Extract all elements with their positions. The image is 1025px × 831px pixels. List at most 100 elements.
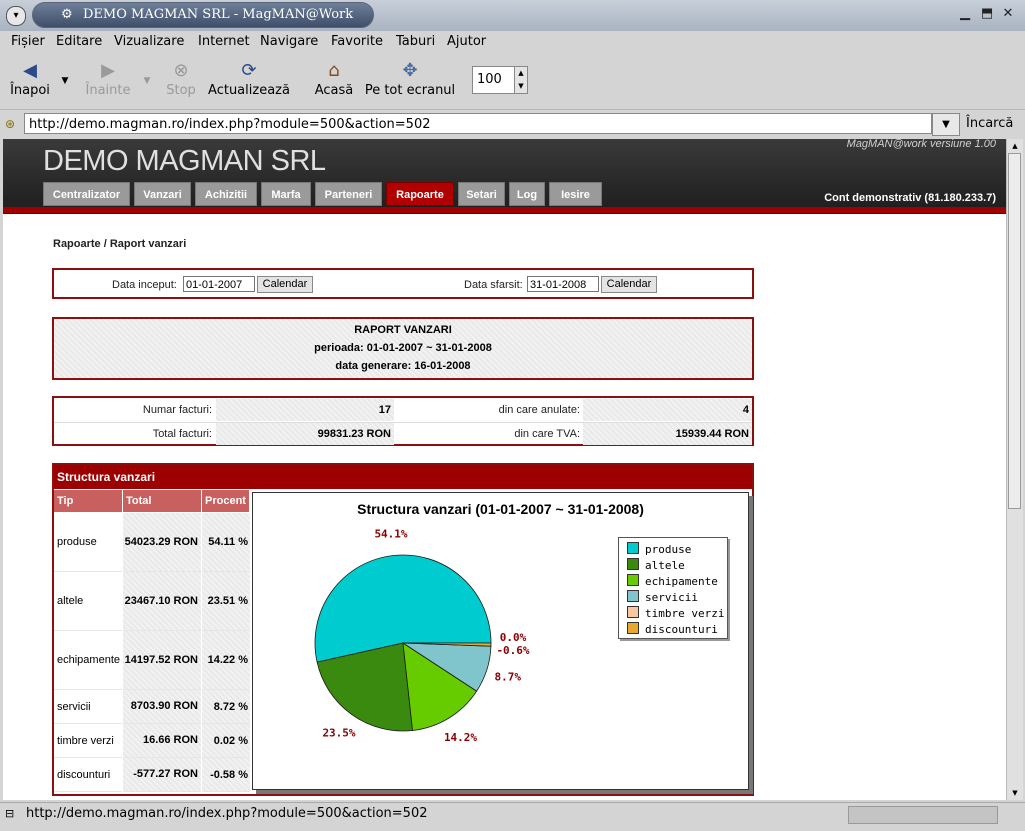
row-total: 54023.29 RON	[123, 513, 201, 572]
report-generated-date: data generare: 16-01-2008	[335, 360, 471, 372]
chevron-down-icon: ▼	[143, 76, 151, 86]
stop-button[interactable]: ⊗ Stop	[164, 59, 198, 98]
end-calendar-button[interactable]: Calendar	[601, 276, 657, 293]
legend-swatch	[627, 622, 639, 634]
report-title: RAPORT VANZARI	[354, 324, 452, 336]
column-header-tip: Tip	[54, 490, 123, 512]
column-header-total: Total	[123, 490, 202, 512]
window-menu-button[interactable]: ▾	[6, 6, 26, 26]
row-tip: altele	[54, 572, 122, 631]
vertical-scrollbar[interactable]: ▲ ▼	[1006, 139, 1023, 800]
menu-favorite[interactable]: Favorite	[331, 34, 383, 49]
security-icon: ⊟	[5, 807, 15, 820]
menu-fisier[interactable]: Fișier	[11, 34, 45, 49]
url-history-dropdown[interactable]: ▼	[932, 113, 960, 136]
menu-navigare[interactable]: Navigare	[260, 34, 318, 49]
address-bar: ⊛ http://demo.magman.ro/index.php?module…	[0, 110, 1025, 139]
legend-label: discounturi	[645, 623, 718, 636]
summary-panel: Numar facturi: 17 din care anulate: 4 To…	[52, 396, 754, 446]
zoom-value: 100	[477, 72, 502, 87]
url-input[interactable]: http://demo.magman.ro/index.php?module=5…	[24, 113, 932, 134]
app-version: MagMAN@work versiune 1.00	[846, 139, 996, 150]
status-text: http://demo.magman.ro/index.php?module=5…	[26, 806, 428, 821]
end-date-input[interactable]: 31-01-2008	[527, 276, 599, 292]
row-tip: discounturi	[54, 758, 122, 792]
legend-item-servicii: servicii	[627, 590, 698, 604]
forward-button[interactable]: ▶ Înainte	[84, 59, 132, 98]
reload-button[interactable]: ⟳ Actualizează	[206, 59, 292, 98]
forward-label: Înainte	[85, 83, 131, 98]
row-tip: servicii	[54, 690, 122, 724]
tab-rapoarte[interactable]: Rapoarte	[386, 182, 454, 206]
row-percent: 0.02 %	[202, 724, 250, 758]
tab-parteneri[interactable]: Parteneri	[315, 182, 382, 206]
scrollbar-thumb[interactable]	[1008, 153, 1021, 509]
row-percent: 14.22 %	[202, 631, 250, 690]
legend-label: timbre verzi	[645, 607, 725, 620]
end-date-label: Data sfarsit:	[464, 279, 523, 291]
minimize-button[interactable]: ▁	[957, 6, 973, 22]
legend-label: produse	[645, 543, 692, 556]
site-title: DEMO MAGMAN SRL	[43, 145, 326, 177]
row-tip: produse	[54, 513, 122, 572]
pie-chart: Structura vanzari (01-01-2007 ~ 31-01-20…	[252, 492, 749, 790]
fullscreen-button[interactable]: ✥ Pe tot ecranul	[364, 59, 456, 98]
report-header-panel: RAPORT VANZARI perioada: 01-01-2007 ~ 31…	[52, 317, 754, 380]
forward-arrow-icon: ▶	[101, 60, 115, 81]
home-button[interactable]: ⌂ Acasă	[312, 59, 356, 98]
tab-vanzari[interactable]: Vanzari	[134, 182, 191, 206]
tab-achizitii[interactable]: Achizitii	[195, 182, 257, 206]
zoom-spinbox[interactable]: 100 ▲ ▼	[472, 66, 528, 94]
scroll-down-icon[interactable]: ▼	[1007, 786, 1023, 800]
back-button[interactable]: ◀ Înapoi	[8, 59, 52, 98]
tab-iesire[interactable]: Iesire	[549, 182, 602, 206]
tab-centralizator[interactable]: Centralizator	[43, 182, 130, 206]
menu-taburi[interactable]: Taburi	[396, 34, 435, 49]
sales-structure-panel: Structura vanzari Tip Total Procent prod…	[52, 463, 754, 796]
start-date-input[interactable]: 01-01-2007	[183, 276, 255, 292]
row-percent: -0.58 %	[202, 758, 250, 792]
vat-total-value: 15939.44 RON	[583, 423, 752, 445]
menu-editare[interactable]: Editare	[56, 34, 102, 49]
legend-label: servicii	[645, 591, 698, 604]
tab-marfa[interactable]: Marfa	[261, 182, 311, 206]
menu-ajutor[interactable]: Ajutor	[447, 34, 486, 49]
back-arrow-icon: ◀	[23, 60, 37, 81]
row-total: 23467.10 RON	[123, 572, 201, 631]
back-history-dropdown[interactable]: ▼	[58, 69, 72, 93]
page-info-icon: ⊛	[5, 117, 16, 131]
load-button[interactable]: Încarcă	[966, 116, 1013, 131]
toolbar: ◀ Înapoi ▼ ▶ Înainte ▼ ⊗ Stop ⟳ Actualiz…	[0, 53, 1025, 110]
menu-internet[interactable]: Internet	[198, 34, 250, 49]
tab-setari[interactable]: Setari	[458, 182, 505, 206]
legend-item-discounturi: discounturi	[627, 622, 718, 636]
pie-label-altele: 23.5%	[322, 726, 355, 739]
start-calendar-button[interactable]: Calendar	[257, 276, 313, 293]
back-label: Înapoi	[10, 83, 50, 98]
tab-log[interactable]: Log	[509, 182, 545, 206]
pie-label-servicii: 8.7%	[495, 670, 522, 683]
home-icon: ⌂	[328, 60, 340, 81]
home-label: Acasă	[314, 83, 354, 98]
cancelled-count-value: 4	[583, 399, 752, 421]
start-date-label: Data inceput:	[112, 279, 177, 291]
zoom-stepper-icon[interactable]: ▲ ▼	[514, 67, 527, 93]
scroll-up-icon[interactable]: ▲	[1007, 139, 1023, 153]
row-percent: 54.11 %	[202, 513, 250, 572]
chevron-down-icon: ▼	[61, 76, 69, 86]
legend-swatch	[627, 590, 639, 602]
row-percent: 8.72 %	[202, 690, 250, 724]
forward-history-dropdown[interactable]: ▼	[140, 69, 154, 93]
fullscreen-icon: ✥	[402, 60, 418, 81]
menu-vizualizare[interactable]: Vizualizare	[114, 34, 184, 49]
close-button[interactable]: ✕	[1000, 6, 1016, 22]
invoice-total-value: 99831.23 RON	[216, 423, 394, 445]
row-percent: 23.51 %	[202, 572, 250, 631]
row-total: 14197.52 RON	[123, 631, 201, 690]
site-header: DEMO MAGMAN SRL MagMAN@work versiune 1.0…	[3, 139, 1006, 207]
legend-item-echipamente: echipamente	[627, 574, 718, 588]
statusbar: ⊟ http://demo.magman.ro/index.php?module…	[0, 802, 1025, 825]
row-total: 16.66 RON	[123, 724, 201, 758]
maximize-button[interactable]: ⬒	[979, 6, 995, 22]
legend-label: echipamente	[645, 575, 718, 588]
